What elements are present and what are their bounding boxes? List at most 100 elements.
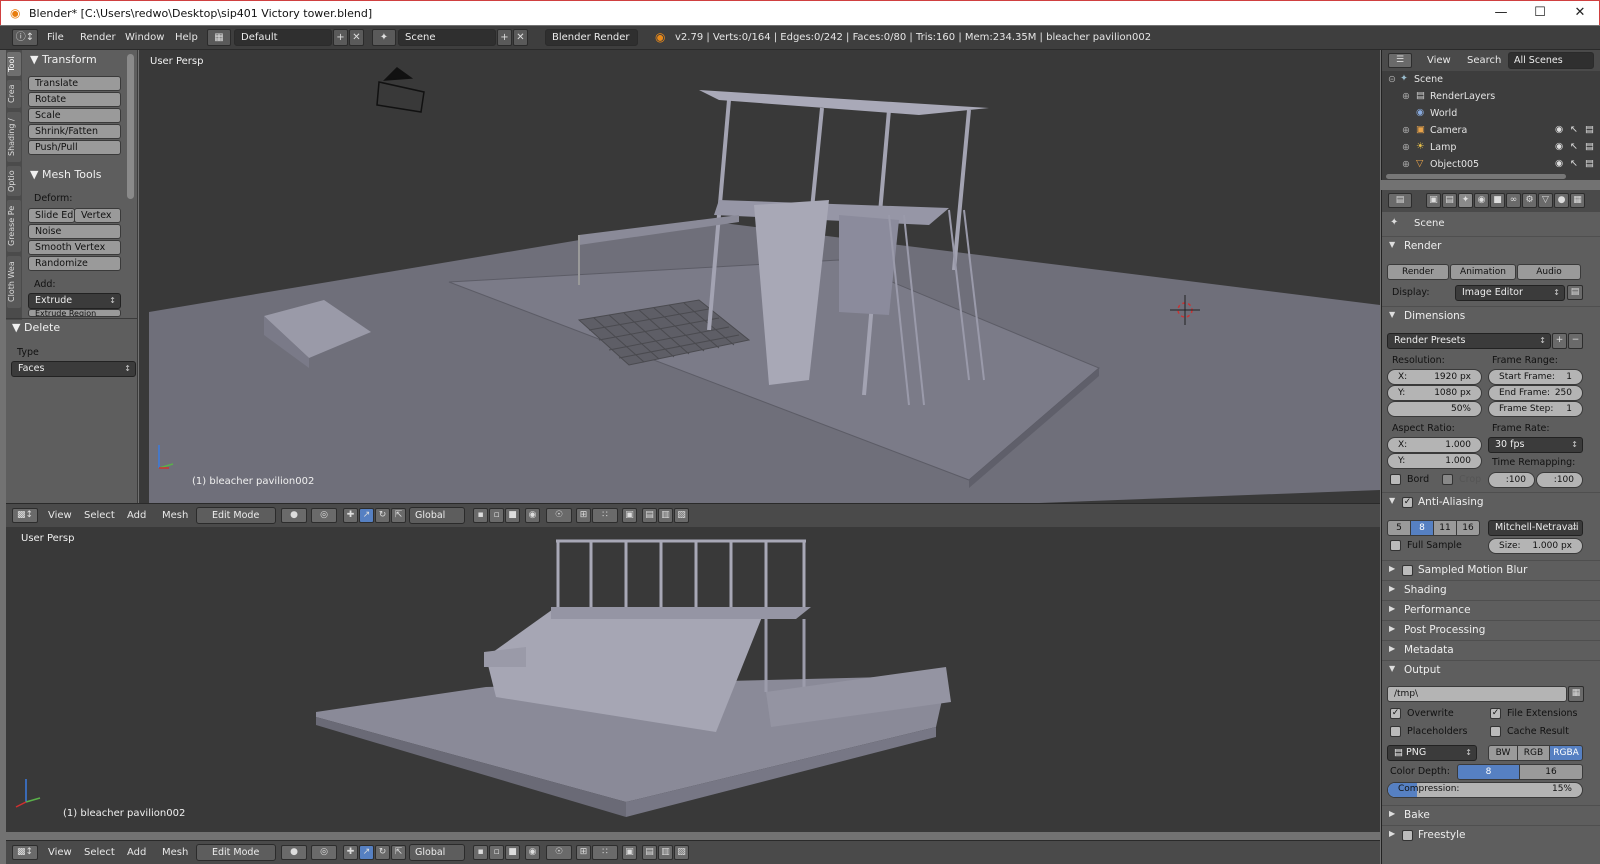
editor-type-3dview-icon-bottom[interactable]: ▩↕ (12, 845, 38, 860)
resolution-x-field[interactable]: X: 1920 px (1387, 369, 1482, 385)
vertex-select-icon[interactable]: ▪ (473, 508, 488, 523)
orientation-dropdown[interactable]: Global (409, 507, 465, 524)
menu-select[interactable]: Select (84, 510, 115, 521)
editor-type-outliner-icon[interactable]: ☰ (1388, 53, 1412, 68)
aa-filter-dropdown[interactable]: Mitchell-Netravali (1488, 520, 1583, 536)
snap-element-icon[interactable]: ∷ (592, 508, 618, 523)
opengl-animation-icon[interactable]: ▥ (658, 508, 673, 523)
opengl-animation-icon-bottom[interactable]: ▥ (658, 845, 673, 860)
file-format-dropdown[interactable]: ▤ PNG (1387, 745, 1477, 761)
rotate-manipulator-icon[interactable]: ↻ (375, 508, 390, 523)
antialiasing-checkbox[interactable]: ✓ (1402, 497, 1413, 508)
viewport-shading-icon-bottom[interactable]: ● (281, 845, 307, 860)
material-tab-icon[interactable]: ● (1554, 193, 1569, 208)
expand-toggle-icon[interactable]: ⊕ (1402, 91, 1410, 102)
animation-button[interactable]: Animation (1450, 264, 1516, 280)
outliner-row-world[interactable]: ◉ World (1382, 106, 1600, 123)
viewport-bottom[interactable]: User Persp (1) bleacher pavilion002 (6, 527, 1380, 832)
aspect-x-field[interactable]: X: 1.000 (1387, 437, 1482, 453)
viewport-shading-icon[interactable]: ● (281, 508, 307, 523)
outliner-row-object005[interactable]: ⊕ ▽ Object005 ◉ ↖ ▤ (1382, 157, 1600, 174)
scene-field[interactable]: Scene (398, 29, 496, 46)
menu-window[interactable]: Window (125, 32, 164, 43)
remove-layout-button[interactable]: ✕ (349, 29, 364, 46)
dimensions-panel-header[interactable]: ▼ Dimensions (1382, 306, 1600, 325)
manipulator-icon-bottom[interactable]: ✚ (343, 845, 358, 860)
screen-layout-icon[interactable]: ▦ (207, 29, 231, 46)
object-tab-icon[interactable]: ■ (1490, 193, 1505, 208)
frame-step-field[interactable]: Frame Step: 1 (1488, 401, 1583, 417)
resolution-y-field[interactable]: Y: 1080 px (1387, 385, 1482, 401)
limit-selection-icon-bottom[interactable]: ◉ (525, 845, 540, 860)
full-sample-checkbox[interactable] (1390, 540, 1401, 551)
antialiasing-panel-header[interactable]: ▼ ✓ Anti-Aliasing (1382, 492, 1600, 511)
menu-select-bottom[interactable]: Select (84, 847, 115, 858)
noise-button[interactable]: Noise (28, 224, 121, 239)
outliner-hscrollbar[interactable] (1386, 174, 1566, 179)
mode-dropdown[interactable]: Edit Mode (196, 507, 276, 524)
constraints-tab-icon[interactable]: ∞ (1506, 193, 1521, 208)
proportional-edit-icon[interactable]: ☉ (546, 508, 572, 523)
vertex-select-icon-bottom[interactable]: ▪ (473, 845, 488, 860)
opengl-render-icon[interactable]: ▤ (642, 508, 657, 523)
aa-samples-5[interactable]: 5 (1387, 520, 1411, 536)
renderable-camera-icon[interactable]: ▤ (1585, 158, 1594, 169)
time-remap-new-field[interactable]: :100 (1536, 472, 1583, 488)
render-preview-icon[interactable]: ▣ (622, 508, 637, 523)
face-select-icon[interactable]: ■ (505, 508, 520, 523)
translate-button[interactable]: Translate (28, 76, 121, 91)
texture-tab-icon[interactable]: ▦ (1570, 193, 1585, 208)
scale-manipulator-icon-bottom[interactable]: ⇱ (391, 845, 406, 860)
tab-tool[interactable]: Tool (7, 52, 21, 76)
freestyle-checkbox[interactable] (1402, 830, 1413, 841)
clapboard-icon[interactable]: ▧ (674, 508, 689, 523)
display-dropdown[interactable]: Image Editor (1455, 285, 1565, 301)
snap-element-icon-bottom[interactable]: ∷ (592, 845, 618, 860)
snap-toggle-icon[interactable]: ⊞ (576, 508, 591, 523)
folder-browse-icon[interactable]: ▦ (1568, 686, 1584, 702)
scale-button[interactable]: Scale (28, 108, 121, 123)
opengl-render-icon-bottom[interactable]: ▤ (642, 845, 657, 860)
modifiers-tab-icon[interactable]: ⚙ (1522, 193, 1537, 208)
menu-add[interactable]: Add (127, 510, 146, 521)
rotate-manipulator-icon-bottom[interactable]: ↻ (375, 845, 390, 860)
tab-cloth-weaver[interactable]: Cloth Wea (7, 256, 21, 308)
metadata-panel-header[interactable]: ▶ Metadata (1382, 640, 1600, 659)
translate-manipulator-icon-bottom[interactable]: ↗ (359, 845, 374, 860)
close-button[interactable]: ✕ (1565, 4, 1595, 22)
outliner-row-camera[interactable]: ⊕ ▣ Camera ◉ ↖ ▤ (1382, 123, 1600, 140)
pivot-point-icon-bottom[interactable]: ◎ (311, 845, 337, 860)
tab-shading[interactable]: Shading / (7, 112, 21, 162)
audio-button[interactable]: Audio (1517, 264, 1581, 280)
expand-toggle-icon[interactable]: ⊕ (1402, 142, 1410, 153)
clapboard-icon-bottom[interactable]: ▧ (674, 845, 689, 860)
pin-icon[interactable]: ✦ (1390, 217, 1398, 228)
translate-manipulator-icon[interactable]: ↗ (359, 508, 374, 523)
menu-add-bottom[interactable]: Add (127, 847, 146, 858)
render-panel-header[interactable]: ▼ Render (1382, 236, 1600, 255)
time-remap-old-field[interactable]: :100 (1488, 472, 1535, 488)
manipulator-icon[interactable]: ✚ (343, 508, 358, 523)
orientation-dropdown-bottom[interactable]: Global (409, 844, 465, 861)
limit-selection-icon[interactable]: ◉ (525, 508, 540, 523)
add-layout-button[interactable]: + (333, 29, 348, 46)
menu-view[interactable]: View (48, 510, 72, 521)
render-preview-icon-bottom[interactable]: ▣ (622, 845, 637, 860)
randomize-button[interactable]: Randomize (28, 256, 121, 271)
frame-rate-dropdown[interactable]: 30 fps (1488, 437, 1583, 453)
aa-samples-8[interactable]: 8 (1410, 520, 1434, 536)
overwrite-checkbox[interactable]: ✓ (1390, 708, 1401, 719)
editor-type-3dview-icon[interactable]: ▩↕ (12, 508, 38, 523)
edge-select-icon-bottom[interactable]: ▫ (489, 845, 504, 860)
shading-panel-header[interactable]: ▶ Shading (1382, 580, 1600, 599)
render-button[interactable]: Render (1387, 264, 1449, 280)
crop-checkbox[interactable] (1442, 474, 1453, 485)
add-preset-icon[interactable]: + (1552, 333, 1567, 349)
world-tab-icon[interactable]: ◉ (1474, 193, 1489, 208)
start-frame-field[interactable]: Start Frame: 1 (1488, 369, 1583, 385)
data-tab-icon[interactable]: ▽ (1538, 193, 1553, 208)
mode-dropdown-bottom[interactable]: Edit Mode (196, 844, 276, 861)
visibility-eye-icon[interactable]: ◉ (1555, 124, 1563, 135)
delete-panel-header[interactable]: ▼ Delete (12, 321, 60, 334)
aa-filter-size-field[interactable]: Size: 1.000 px (1488, 538, 1583, 554)
